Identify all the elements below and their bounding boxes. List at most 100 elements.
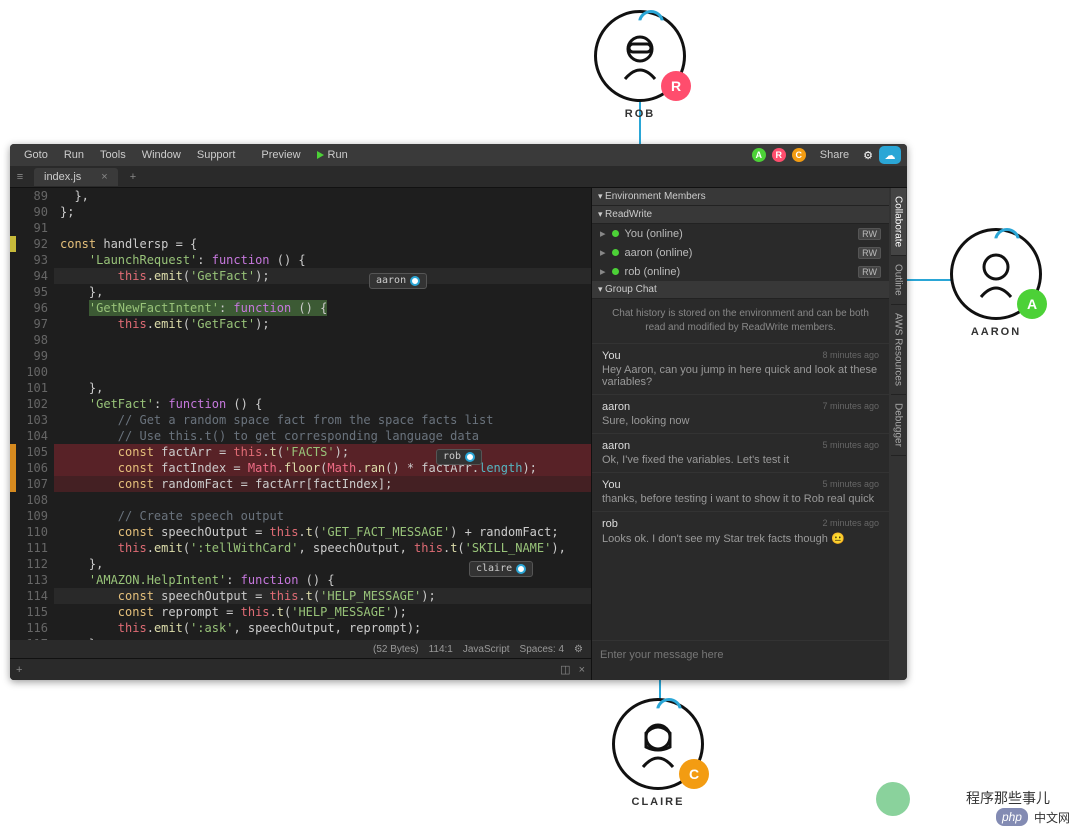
callout-claire: C CLAIRE bbox=[612, 698, 704, 808]
avatar-aaron-icon[interactable]: A bbox=[752, 148, 766, 162]
face-icon bbox=[969, 247, 1024, 302]
permission-badge[interactable]: RW bbox=[858, 266, 881, 278]
section-readwrite[interactable]: ReadWrite bbox=[592, 206, 889, 224]
status-lang[interactable]: JavaScript bbox=[463, 644, 510, 655]
face-icon bbox=[613, 29, 668, 84]
code-line[interactable] bbox=[54, 220, 591, 236]
code-line[interactable]: }, bbox=[54, 188, 591, 204]
code-line[interactable]: }; bbox=[54, 204, 591, 220]
menu-goto[interactable]: Goto bbox=[16, 149, 56, 161]
cloud9-icon[interactable]: ☁ bbox=[879, 146, 901, 164]
tab-add-button[interactable]: + bbox=[124, 171, 142, 183]
face-icon bbox=[631, 717, 686, 772]
menu-bar: Goto Run Tools Window Support Preview Ru… bbox=[10, 144, 907, 166]
wechat-icon bbox=[876, 782, 910, 816]
code-line[interactable]: // Use this.t() to get corresponding lan… bbox=[54, 428, 591, 444]
code-line[interactable]: this.emit('GetFact'); bbox=[54, 316, 591, 332]
status-pos: 114:1 bbox=[429, 644, 453, 655]
right-tab-strip: CollaborateOutlineAWS ResourcesDebugger bbox=[889, 188, 907, 680]
panel-split-icon[interactable]: ◫ bbox=[560, 663, 570, 676]
gear-icon[interactable]: ⚙ bbox=[574, 644, 583, 655]
close-icon[interactable]: × bbox=[579, 664, 585, 676]
callout-name: CLAIRE bbox=[612, 796, 704, 808]
chat-message: You5 minutes agothanks, before testing i… bbox=[592, 472, 889, 511]
callout-name: AARON bbox=[950, 326, 1042, 338]
permission-badge[interactable]: RW bbox=[858, 247, 881, 259]
chat-input[interactable]: Enter your message here bbox=[592, 640, 889, 680]
code-line[interactable] bbox=[54, 492, 591, 508]
editor-pane: 8990919293949596979899100101102103104105… bbox=[10, 188, 591, 680]
callout-rob: R ROB bbox=[594, 10, 686, 120]
close-icon[interactable]: × bbox=[101, 171, 107, 183]
gear-icon[interactable]: ⚙ bbox=[863, 149, 873, 162]
chat-message: aaron5 minutes agoOk, I've fixed the var… bbox=[592, 433, 889, 472]
code-line[interactable]: this.emit(':tellWithCard', speechOutput,… bbox=[54, 540, 591, 556]
chat-message: You8 minutes agoHey Aaron, can you jump … bbox=[592, 343, 889, 394]
file-tree-icon[interactable]: ≡ bbox=[10, 171, 30, 183]
permission-badge[interactable]: RW bbox=[858, 228, 881, 240]
tab-bar: ≡ index.js× + bbox=[10, 166, 907, 188]
member-row[interactable]: ▸You (online)RW bbox=[592, 224, 889, 243]
run-button[interactable]: Run bbox=[309, 149, 356, 161]
menu-tools[interactable]: Tools bbox=[92, 149, 134, 161]
code-line[interactable]: const randomFact = factArr[factIndex]; bbox=[54, 476, 591, 492]
section-group-chat[interactable]: Group Chat bbox=[592, 281, 889, 299]
member-row[interactable]: ▸aaron (online)RW bbox=[592, 243, 889, 262]
avatar-badge: A bbox=[1017, 289, 1047, 319]
code-line[interactable]: }, bbox=[54, 380, 591, 396]
callout-name: ROB bbox=[594, 108, 686, 120]
watermark-php: php中文网 bbox=[996, 808, 1070, 826]
code-line[interactable] bbox=[54, 332, 591, 348]
code-line[interactable] bbox=[54, 364, 591, 380]
right-tab-aws-resources[interactable]: AWS Resources bbox=[891, 305, 906, 395]
status-spaces[interactable]: Spaces: 4 bbox=[520, 644, 564, 655]
status-bytes: (52 Bytes) bbox=[373, 644, 419, 655]
code-line[interactable]: }, bbox=[54, 636, 591, 640]
tab-index-js[interactable]: index.js× bbox=[34, 168, 118, 186]
code-line[interactable]: // Create speech output bbox=[54, 508, 591, 524]
code-line[interactable]: const speechOutput = this.t('HELP_MESSAG… bbox=[54, 588, 591, 604]
bottom-tab-bar: + ◫ × bbox=[10, 658, 591, 680]
callout-aaron: A AARON bbox=[950, 228, 1042, 338]
code-line[interactable]: const speechOutput = this.t('GET_FACT_ME… bbox=[54, 524, 591, 540]
code-line[interactable]: // Get a random space fact from the spac… bbox=[54, 412, 591, 428]
code-line[interactable]: }, bbox=[54, 284, 591, 300]
side-panel: Environment Members ReadWrite ▸You (onli… bbox=[591, 188, 889, 680]
preview-button[interactable]: Preview bbox=[253, 149, 308, 161]
share-button[interactable]: Share bbox=[812, 149, 857, 161]
code-line[interactable]: this.emit(':ask', speechOutput, reprompt… bbox=[54, 620, 591, 636]
section-members[interactable]: Environment Members bbox=[592, 188, 889, 206]
code-line[interactable]: const factArr = this.t('FACTS'); bbox=[54, 444, 591, 460]
code-line[interactable]: 'LaunchRequest': function () { bbox=[54, 252, 591, 268]
play-icon bbox=[317, 151, 324, 159]
avatar-claire-icon[interactable]: C bbox=[792, 148, 806, 162]
member-row[interactable]: ▸rob (online)RW bbox=[592, 262, 889, 281]
chat-info: Chat history is stored on the environmen… bbox=[592, 299, 889, 343]
watermark: 程序那些事儿 bbox=[966, 788, 1050, 808]
code-line[interactable] bbox=[54, 348, 591, 364]
line-numbers: 8990919293949596979899100101102103104105… bbox=[16, 188, 54, 640]
collaborator-cursor-aaron: aaron bbox=[369, 273, 427, 289]
code-line[interactable]: this.emit('GetFact'); bbox=[54, 268, 591, 284]
collaborator-cursor-claire: claire bbox=[469, 561, 533, 577]
chat-message: aaron7 minutes agoSure, looking now bbox=[592, 394, 889, 433]
menu-support[interactable]: Support bbox=[189, 149, 244, 161]
code-line[interactable]: const factIndex = Math.floor(Math.ran() … bbox=[54, 460, 591, 476]
code-line[interactable]: 'GetFact': function () { bbox=[54, 396, 591, 412]
menu-window[interactable]: Window bbox=[134, 149, 189, 161]
avatar-badge: C bbox=[679, 759, 709, 789]
right-tab-collaborate[interactable]: Collaborate bbox=[891, 188, 906, 256]
collaborator-cursor-rob: rob bbox=[436, 449, 482, 465]
code-line[interactable]: 'GetNewFactIntent': function () { bbox=[54, 300, 591, 316]
menu-run[interactable]: Run bbox=[56, 149, 92, 161]
avatar-ring: A bbox=[950, 228, 1042, 320]
code-line[interactable]: const reprompt = this.t('HELP_MESSAGE'); bbox=[54, 604, 591, 620]
code-line[interactable]: const handlersp = { bbox=[54, 236, 591, 252]
right-tab-outline[interactable]: Outline bbox=[891, 256, 906, 305]
bottom-add-button[interactable]: + bbox=[16, 664, 22, 676]
ide-window: Goto Run Tools Window Support Preview Ru… bbox=[10, 144, 907, 680]
right-tab-debugger[interactable]: Debugger bbox=[891, 395, 906, 456]
status-bar: (52 Bytes) 114:1 JavaScript Spaces: 4 ⚙ bbox=[10, 640, 591, 658]
code-editor[interactable]: 8990919293949596979899100101102103104105… bbox=[10, 188, 591, 640]
avatar-rob-icon[interactable]: R bbox=[772, 148, 786, 162]
